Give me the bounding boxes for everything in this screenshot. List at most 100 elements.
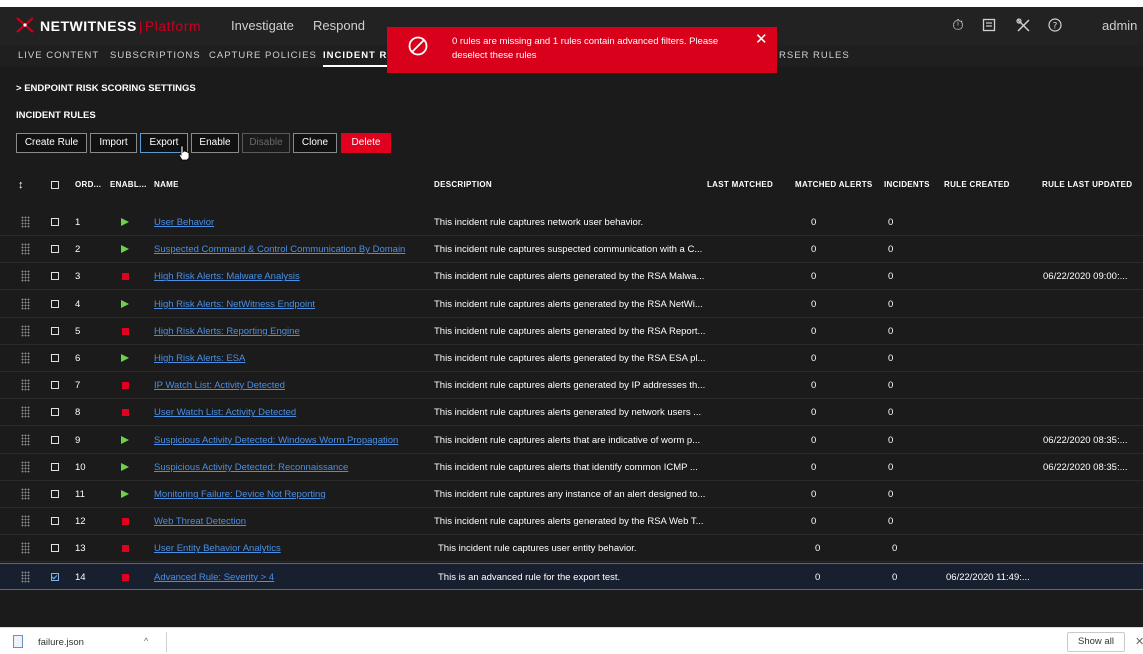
rule-name-link[interactable]: Advanced Rule: Severity > 4 (154, 572, 274, 583)
rule-name-link[interactable]: Suspected Command & Control Communicatio… (154, 244, 405, 255)
timer-icon[interactable]: ⏱ (950, 18, 966, 34)
row-checkbox[interactable] (51, 572, 59, 581)
table-row[interactable]: 6 High Risk Alerts: ESA This incident rule… (0, 345, 1143, 372)
drag-handle-icon[interactable] (21, 570, 30, 583)
table-row[interactable]: 3 High Risk Alerts: Malware Analysis This … (0, 263, 1143, 291)
enable-button[interactable]: Enable (191, 133, 239, 153)
rule-name-link[interactable]: Web Threat Detection (154, 516, 246, 527)
rule-name-link[interactable]: User Entity Behavior Analytics (154, 543, 281, 554)
rule-matched-alerts: 0 (811, 516, 817, 528)
nav-respond[interactable]: Respond (313, 18, 365, 33)
row-checkbox[interactable] (51, 462, 59, 471)
column-description[interactable]: DESCRIPTION (434, 180, 492, 189)
column-incidents[interactable]: INCIDENTS (884, 180, 930, 189)
column-rule-created[interactable]: RULE CREATED (944, 180, 1010, 189)
create-rule-button[interactable]: Create Rule (16, 133, 87, 153)
drag-handle-icon[interactable] (21, 542, 30, 555)
rule-name-link[interactable]: High Risk Alerts: Reporting Engine (154, 326, 300, 337)
rule-name-link[interactable]: IP Watch List: Activity Detected (154, 380, 285, 391)
rule-description: This incident rule captures alerts gener… (434, 298, 703, 310)
tab-subscriptions[interactable]: SUBSCRIPTIONS (110, 50, 201, 61)
drag-handle-icon[interactable] (21, 379, 30, 392)
tab-capture-policies[interactable]: CAPTURE POLICIES (209, 50, 317, 61)
select-all-checkbox[interactable] (51, 181, 59, 189)
drag-handle-icon[interactable] (21, 216, 30, 228)
tab-parser-rules[interactable]: RSER RULES (779, 50, 850, 61)
table-row[interactable]: 5 High Risk Alerts: Reporting Engine This … (0, 317, 1143, 345)
drag-handle-icon[interactable] (21, 406, 30, 419)
table-row[interactable]: 7 IP Watch List: Activity Detected This in… (0, 372, 1143, 400)
sort-icon[interactable]: ↕ (18, 179, 24, 191)
close-icon[interactable]: ✕ (755, 32, 768, 47)
drag-handle-icon[interactable] (21, 352, 30, 364)
row-checkbox[interactable] (51, 490, 59, 498)
rule-name-link[interactable]: High Risk Alerts: ESA (154, 353, 245, 364)
import-button[interactable]: Import (90, 133, 137, 153)
rule-name-link[interactable]: Suspicious Activity Detected: Windows Wo… (154, 435, 398, 446)
column-rule-last-updated[interactable]: RULE LAST UPDATED (1042, 180, 1132, 189)
rule-name-link[interactable]: High Risk Alerts: NetWitness Endpoint (154, 299, 315, 310)
table-row[interactable]: 9 Suspicious Activity Detected: Windows W… (0, 426, 1143, 454)
row-checkbox[interactable] (51, 544, 59, 553)
tab-live-content[interactable]: LIVE CONTENT (18, 50, 99, 61)
drag-handle-icon[interactable] (21, 324, 30, 337)
drag-handle-icon[interactable] (21, 243, 30, 256)
row-checkbox[interactable] (51, 326, 59, 335)
column-matched-alerts[interactable]: MATCHED ALERTS (795, 180, 873, 189)
table-row[interactable]: 12 Web Threat Detection This incident rule… (0, 508, 1143, 536)
close-download-bar-icon[interactable]: ✕ (1135, 635, 1143, 648)
table-row[interactable]: 4 High Risk Alerts: NetWitness Endpoint Th… (0, 290, 1143, 318)
column-enabled[interactable]: ENABL... (110, 180, 147, 189)
drag-handle-icon[interactable] (21, 270, 30, 283)
row-checkbox[interactable] (51, 435, 59, 444)
clone-button[interactable]: Clone (293, 133, 337, 153)
column-order[interactable]: ORD... (75, 180, 101, 189)
brand-logo[interactable]: NETWITNESS | Platform (40, 18, 201, 34)
rule-name-link[interactable]: High Risk Alerts: Malware Analysis (154, 271, 300, 282)
rule-name-link[interactable]: User Watch List: Activity Detected (154, 407, 296, 418)
hand-cursor-icon (178, 145, 190, 161)
disable-button[interactable]: Disable (242, 133, 290, 153)
table-row[interactable]: 11 Monitoring Failure: Device Not Reporti… (0, 481, 1143, 508)
drag-handle-icon[interactable] (21, 488, 30, 500)
drag-handle-icon[interactable] (21, 433, 30, 446)
row-checkbox[interactable] (51, 517, 59, 526)
rule-name-link[interactable]: Monitoring Failure: Device Not Reporting (154, 489, 326, 500)
disabled-stop-icon (122, 573, 129, 581)
chevron-up-icon[interactable]: ^ (144, 636, 148, 646)
enabled-play-icon (121, 245, 129, 254)
table-row[interactable]: 1 User Behavior This incident rule capture… (0, 209, 1143, 236)
row-checkbox[interactable] (51, 354, 59, 362)
delete-button[interactable]: Delete (341, 133, 391, 153)
row-checkbox[interactable] (51, 245, 59, 254)
drag-handle-icon[interactable] (21, 515, 30, 528)
row-checkbox[interactable] (51, 272, 59, 281)
rule-name-link[interactable]: Suspicious Activity Detected: Reconnaiss… (154, 462, 348, 473)
show-all-button[interactable]: Show all (1067, 632, 1125, 652)
table-row[interactable]: 8 User Watch List: Activity Detected This … (0, 399, 1143, 427)
table-row[interactable]: 2 Suspected Command & Control Communicati… (0, 236, 1143, 264)
file-icon (13, 635, 23, 648)
brand-name: NETWITNESS (40, 18, 137, 34)
row-checkbox[interactable] (51, 381, 59, 390)
rule-description: This incident rule captures user entity … (438, 543, 637, 555)
endpoint-risk-scoring-toggle[interactable]: > ENDPOINT RISK SCORING SETTINGS (16, 83, 196, 94)
table-row[interactable]: 14 Advanced Rule: Severity > 4 This is an … (0, 562, 1143, 590)
download-file-name[interactable]: failure.json (38, 637, 84, 648)
row-checkbox[interactable] (51, 408, 59, 417)
column-last-matched[interactable]: LAST MATCHED (707, 180, 773, 189)
row-checkbox[interactable] (51, 299, 59, 308)
enabled-play-icon (121, 354, 129, 362)
table-row[interactable]: 13 User Entity Behavior Analytics This inc… (0, 535, 1143, 563)
nav-investigate[interactable]: Investigate (231, 18, 294, 33)
rule-name-link[interactable]: User Behavior (154, 217, 214, 228)
drag-handle-icon[interactable] (21, 460, 30, 473)
user-menu[interactable]: admin (1102, 18, 1137, 33)
table-row[interactable]: 10 Suspicious Activity Detected: Reconnai… (0, 453, 1143, 481)
row-checkbox[interactable] (51, 218, 59, 226)
drag-handle-icon[interactable] (21, 297, 30, 310)
notes-icon[interactable] (981, 18, 997, 34)
tools-icon[interactable] (1015, 18, 1031, 34)
help-icon[interactable]: ? (1047, 18, 1063, 34)
column-name[interactable]: NAME (154, 180, 179, 189)
